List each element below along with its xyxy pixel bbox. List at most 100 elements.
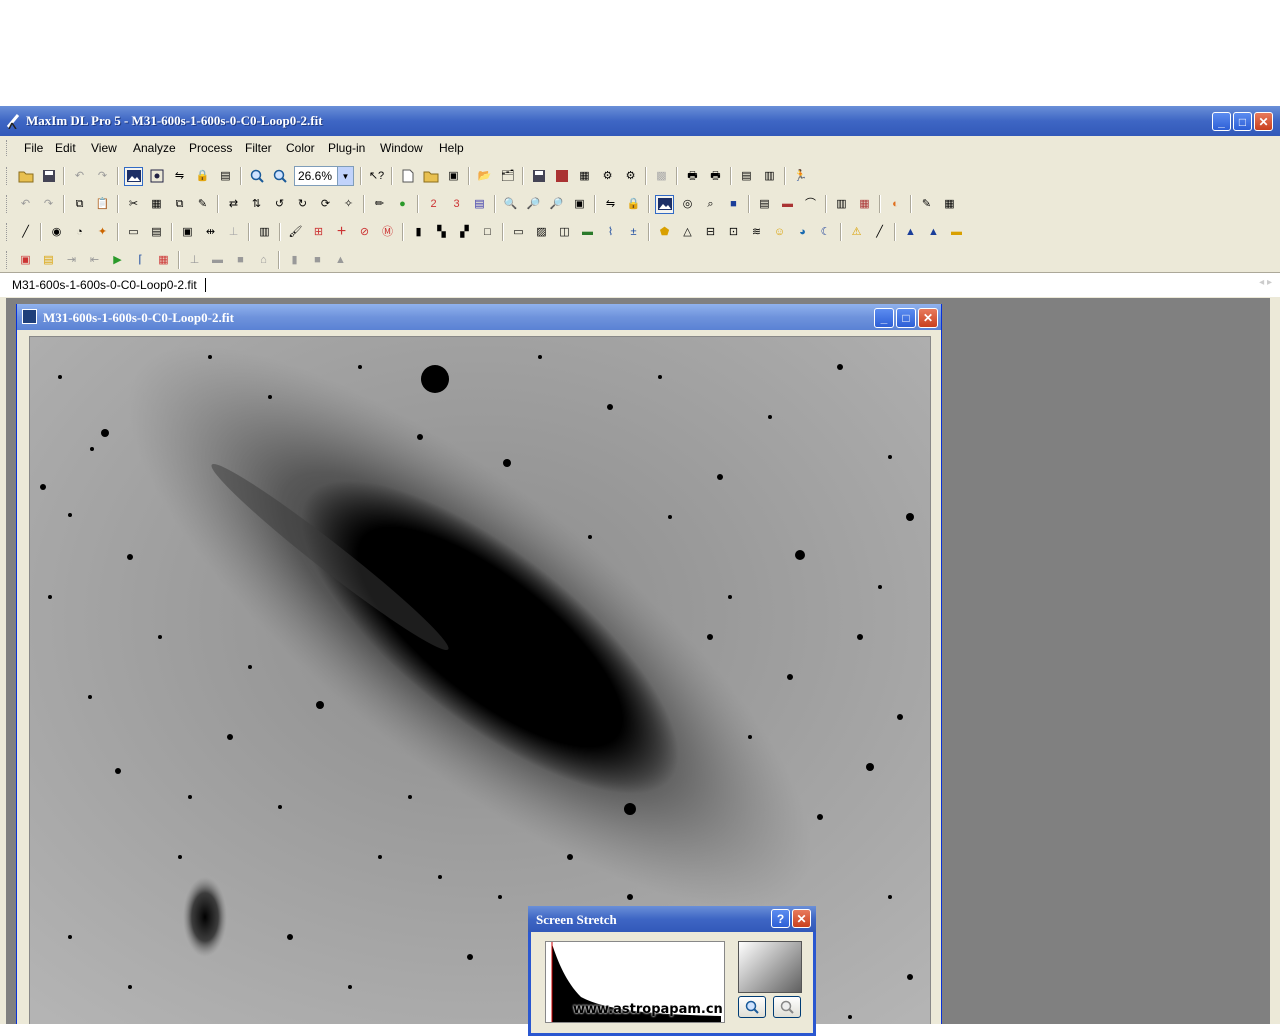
crop-icon[interactable]: ✂ — [124, 195, 143, 214]
disabled-tool-icon[interactable]: ▩ — [652, 167, 671, 186]
arrow-right-box-icon[interactable]: ⇥ — [62, 251, 81, 270]
cross-circle-icon[interactable]: ⊘ — [355, 223, 374, 242]
color-dots-icon[interactable]: ● — [393, 195, 412, 214]
print-preview-icon[interactable]: 🖶 — [683, 167, 702, 186]
lock-icon[interactable]: 🔒 — [193, 167, 212, 186]
copy-icon[interactable]: ⧉ — [70, 195, 89, 214]
wheel-gray-icon[interactable]: ■ — [308, 251, 327, 270]
zoom-out-icon[interactable] — [270, 167, 289, 186]
camera-gray-icon[interactable]: ■ — [231, 251, 250, 270]
observatory-icon[interactable]: ▥ — [832, 195, 851, 214]
menu-process[interactable]: Process — [189, 141, 232, 155]
scope-gray-icon[interactable]: ⊥ — [185, 251, 204, 270]
save-icon[interactable] — [39, 167, 58, 186]
menu-grip[interactable] — [6, 140, 10, 156]
zoom-in-button[interactable] — [738, 996, 766, 1018]
brush-icon[interactable]: 🖌 — [286, 223, 305, 242]
flip-icon[interactable]: ⇋ — [170, 167, 189, 186]
number-display-icon[interactable]: ⊡ — [724, 223, 743, 242]
play-color-icon[interactable]: ▶ — [108, 251, 127, 270]
plus-minus-icon[interactable]: ± — [624, 223, 643, 242]
annotate-icon[interactable]: ✎ — [917, 195, 936, 214]
tile-windows-icon[interactable]: ▦ — [940, 195, 959, 214]
line-tool-icon[interactable]: ╱ — [16, 223, 35, 242]
crosshair-box-icon[interactable]: ⊞ — [309, 223, 328, 242]
app-title-bar[interactable]: MaxIm DL Pro 5 - M31-600s-1-600s-0-C0-Lo… — [0, 106, 1280, 136]
open-folder-icon[interactable] — [16, 167, 35, 186]
layers-icon[interactable]: ▤ — [470, 195, 489, 214]
toolbar-grip[interactable] — [6, 251, 10, 269]
zoom-in-icon[interactable]: 🔎 — [524, 195, 543, 214]
grid-icon[interactable]: ▦ — [855, 195, 874, 214]
save-all-icon[interactable]: ▦ — [575, 167, 594, 186]
toolbar-grip[interactable] — [6, 195, 10, 213]
moon-icon[interactable]: ☾ — [816, 223, 835, 242]
search-icon[interactable]: 🔍 — [501, 195, 520, 214]
screen-stretch-icon[interactable]: ■ — [724, 195, 743, 214]
bar-gray-icon[interactable]: ▬ — [208, 251, 227, 270]
image-view-icon[interactable] — [124, 166, 143, 186]
print-icon[interactable]: 🖶 — [706, 167, 725, 186]
tab-active-document[interactable]: M31-600s-1-600s-0-C0-Loop0-2.fit — [12, 278, 197, 292]
zoom-level-combo[interactable]: 26.6% ▼ — [294, 166, 354, 186]
layers-stack-icon[interactable]: ≋ — [747, 223, 766, 242]
rotate-icon[interactable]: ⟳ — [316, 195, 335, 214]
color-wheel-icon[interactable]: ◐ — [886, 195, 905, 214]
zoom-out-icon[interactable]: 🔎 — [547, 195, 566, 214]
folder-arrow-icon[interactable]: 📂 — [475, 167, 494, 186]
minimize-button[interactable]: _ — [1212, 112, 1231, 131]
color-grid-icon[interactable]: ▦ — [154, 251, 173, 270]
save-red-icon[interactable] — [552, 167, 571, 186]
paste-icon[interactable]: 📋 — [93, 195, 112, 214]
arrow-left-box-icon[interactable]: ⇤ — [85, 251, 104, 270]
brush-gray-icon[interactable]: ⌂ — [254, 251, 273, 270]
maximize-button[interactable]: □ — [1233, 112, 1252, 131]
toolbar-grip[interactable] — [6, 223, 10, 241]
dialog-title-bar[interactable]: Screen Stretch ? ✕ — [528, 906, 816, 932]
tab-scroll-arrows-icon[interactable]: ◂ ▸ — [1259, 277, 1272, 288]
undo-icon[interactable]: ↶ — [16, 195, 35, 214]
smiley-icon[interactable]: ☺ — [770, 223, 789, 242]
square-outline-icon[interactable]: □ — [478, 223, 497, 242]
run-icon[interactable]: 🏃 — [791, 167, 810, 186]
fit-screen-icon[interactable] — [147, 167, 166, 186]
triangle-icon[interactable]: △ — [678, 223, 697, 242]
menu-help[interactable]: Help — [439, 141, 464, 155]
flip-icon[interactable]: ⇋ — [601, 195, 620, 214]
rotate-left-icon[interactable]: ↺ — [270, 195, 289, 214]
folder-batch-icon[interactable]: 🗂 — [498, 167, 517, 186]
menu-filter[interactable]: Filter — [245, 141, 272, 155]
image-icon[interactable]: ▨ — [532, 223, 551, 242]
doc-minimize-button[interactable]: _ — [874, 308, 894, 328]
menu-edit[interactable]: Edit — [55, 141, 76, 155]
settings-icon[interactable]: ▤ — [737, 167, 756, 186]
settings-icon[interactable]: ▤ — [755, 195, 774, 214]
toolbar-grip[interactable] — [6, 167, 10, 185]
filter-icon[interactable]: ▬ — [578, 223, 597, 242]
redo-icon[interactable]: ↷ — [39, 195, 58, 214]
curve-icon[interactable]: ⌇ — [601, 223, 620, 242]
lock-icon[interactable]: 🔒 — [624, 195, 643, 214]
mirror-icon[interactable]: ⇄ — [224, 195, 243, 214]
mountain-alt-icon[interactable]: ▲ — [924, 223, 943, 242]
table-icon[interactable]: ▤ — [147, 223, 166, 242]
magnifier-window-icon[interactable]: ⌕ — [701, 195, 720, 214]
red-cross-icon[interactable]: + — [332, 223, 351, 242]
menu-view[interactable]: View — [91, 141, 117, 155]
rotate-right-icon[interactable]: ↻ — [293, 195, 312, 214]
telescope-control-icon[interactable]: ▬ — [778, 195, 797, 214]
color-stripes-icon[interactable]: ▤ — [39, 251, 58, 270]
palette-icon[interactable]: ◉ — [47, 223, 66, 242]
ruler-icon[interactable]: ▭ — [124, 223, 143, 242]
zoom-in-icon[interactable] — [247, 167, 266, 186]
zoom-out-button[interactable] — [773, 996, 801, 1018]
camera-icon[interactable]: ▣ — [444, 167, 463, 186]
flip-vertical-icon[interactable]: ⇅ — [247, 195, 266, 214]
bar-chart-icon[interactable]: ▮ — [409, 223, 428, 242]
dialog-help-button[interactable]: ? — [771, 909, 790, 928]
new-document-icon[interactable] — [398, 167, 417, 186]
doc-maximize-button[interactable]: □ — [896, 308, 916, 328]
menu-file[interactable]: File — [24, 141, 43, 155]
resize-icon[interactable]: ⧉ — [170, 195, 189, 214]
measure-icon[interactable]: ⇹ — [201, 223, 220, 242]
